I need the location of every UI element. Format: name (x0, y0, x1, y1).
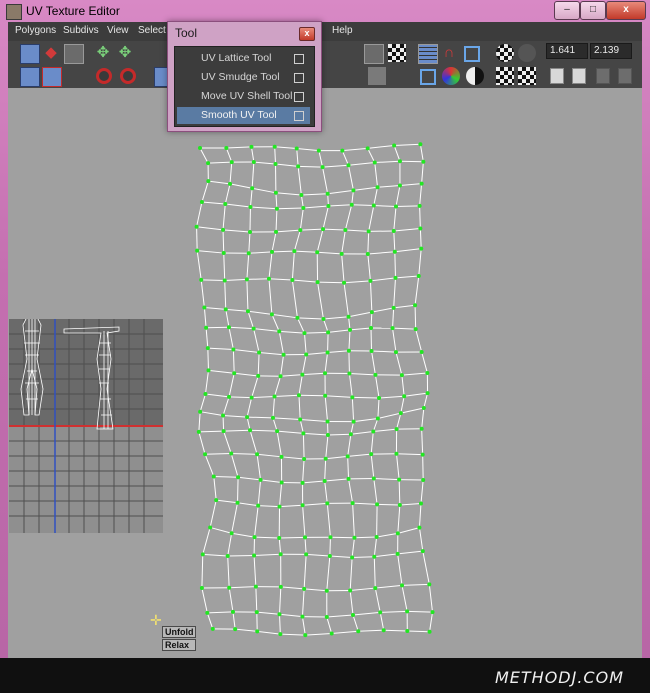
options-box-icon[interactable] (294, 54, 304, 64)
relax-button[interactable]: Relax (162, 639, 196, 651)
maximize-button[interactable]: □ (580, 1, 606, 20)
tool-popup: Tool x UV Lattice Tool UV Smudge Tool Mo… (167, 21, 322, 132)
uv-shell-mesh[interactable] (8, 88, 642, 658)
move-arrows-icon[interactable]: ✥ (94, 44, 112, 62)
dim-image-icon[interactable] (496, 44, 514, 62)
pin-target-icon[interactable] (96, 68, 112, 84)
image-display-icon[interactable] (364, 44, 384, 64)
tool-popup-close-button[interactable]: x (299, 27, 315, 41)
app-icon (6, 4, 22, 20)
options-box-icon[interactable] (294, 111, 304, 121)
close-button[interactable]: x (606, 1, 646, 20)
texture-border-icon[interactable] (518, 67, 536, 85)
snapshot-icon[interactable]: ◆ (42, 44, 60, 62)
options-box-icon[interactable] (294, 92, 304, 102)
checker-icon[interactable] (388, 44, 406, 62)
window-title: UV Texture Editor (26, 4, 120, 18)
menu-help[interactable]: Help (332, 25, 353, 36)
title-bar[interactable]: UV Texture Editor – □ x (0, 0, 650, 22)
filter-icon[interactable] (496, 67, 514, 85)
menu-subdivs[interactable]: Subdivs (63, 25, 99, 36)
minimize-button[interactable]: – (554, 1, 580, 20)
paste-u-icon[interactable] (596, 68, 610, 84)
paste-v-icon[interactable] (618, 68, 632, 84)
menu-bar: Polygons Subdivs View Select Help (8, 22, 642, 41)
tool-item-uv-lattice[interactable]: UV Lattice Tool (177, 50, 310, 67)
bottom-strip: METHODJ.COM (0, 658, 650, 693)
uv-grid-icon[interactable] (20, 44, 40, 64)
pixel-snap-icon[interactable] (464, 46, 480, 62)
watermark: METHODJ.COM (494, 668, 624, 687)
rotate-arrows-icon[interactable]: ✥ (116, 44, 134, 62)
tool-popup-title: Tool (175, 26, 198, 40)
unfold-button[interactable]: Unfold (162, 626, 196, 638)
cursor-crosshair-icon: ✛ (150, 612, 162, 628)
menu-polygons[interactable]: Polygons (15, 25, 56, 36)
u-coordinate-field[interactable] (546, 43, 588, 59)
menu-select[interactable]: Select (138, 25, 166, 36)
v-coordinate-field[interactable] (590, 43, 632, 59)
options-box-icon[interactable] (294, 73, 304, 83)
app-window: UV Texture Editor – □ x Polygons Subdivs… (0, 0, 650, 693)
uv-viewport[interactable]: ✛ Unfold Relax (8, 88, 642, 658)
rgb-channels-icon[interactable] (442, 67, 460, 85)
uv-edges (196, 143, 434, 636)
toolbar: ◆ ✥ ✥ ∩ (8, 41, 642, 89)
unpin-target-icon[interactable] (120, 68, 136, 84)
copy-uv-icon[interactable] (550, 68, 564, 84)
tool-item-move-uv-shell[interactable]: Move UV Shell Tool (177, 88, 310, 105)
menu-view[interactable]: View (107, 25, 129, 36)
select-uv-icon[interactable] (64, 44, 84, 64)
snap-magnet-icon[interactable]: ∩ (440, 44, 458, 62)
alpha-channel-icon[interactable] (466, 67, 484, 85)
grid-toggle-icon[interactable] (418, 44, 438, 64)
psd-icon[interactable] (518, 44, 536, 62)
paste-uv-icon[interactable] (572, 68, 586, 84)
cut-uv-icon[interactable] (42, 67, 62, 87)
image-ratio-icon[interactable] (368, 67, 386, 85)
tool-item-uv-smudge[interactable]: UV Smudge Tool (177, 69, 310, 86)
tool-item-smooth-uv[interactable]: Smooth UV Tool (177, 107, 310, 124)
layout-uv-icon[interactable] (20, 67, 40, 87)
tool-list: UV Lattice Tool UV Smudge Tool Move UV S… (174, 46, 315, 127)
shaded-uv-icon[interactable] (420, 69, 436, 85)
